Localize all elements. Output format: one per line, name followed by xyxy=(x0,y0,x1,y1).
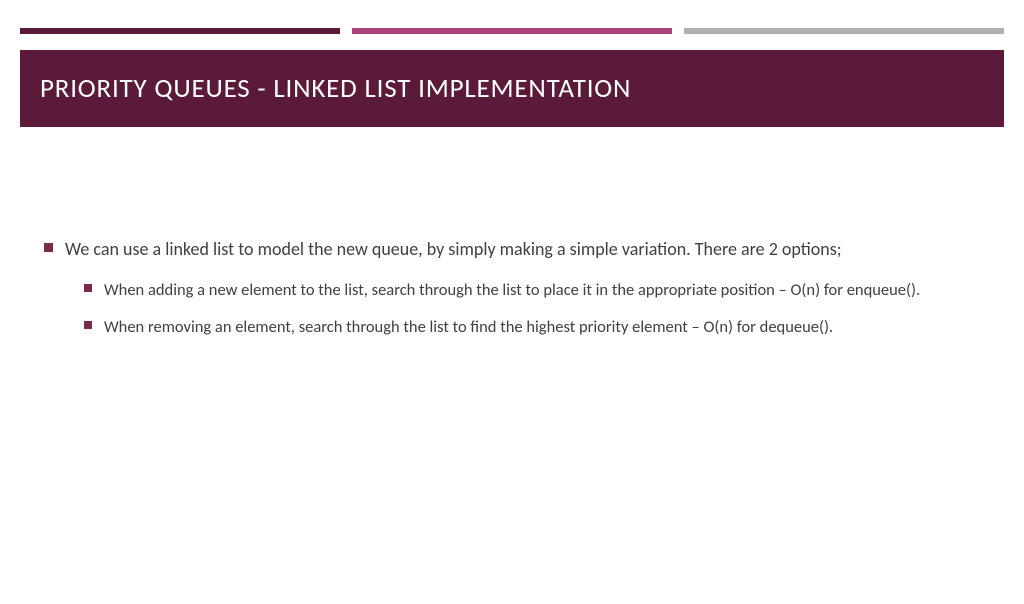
sub-bullet-text: When adding a new element to the list, s… xyxy=(104,279,920,301)
accent-bar-dark xyxy=(20,28,340,34)
square-bullet-icon xyxy=(44,243,53,252)
bullet-item: We can use a linked list to model the ne… xyxy=(44,237,980,261)
square-bullet-icon xyxy=(84,284,92,292)
sub-bullet-item: When adding a new element to the list, s… xyxy=(84,279,980,301)
sub-bullet-list: When adding a new element to the list, s… xyxy=(84,279,980,338)
accent-bar-mid xyxy=(352,28,672,34)
sub-bullet-text: When removing an element, search through… xyxy=(104,316,833,338)
slide-content: We can use a linked list to model the ne… xyxy=(44,237,980,338)
bullet-text: We can use a linked list to model the ne… xyxy=(65,237,842,261)
square-bullet-icon xyxy=(84,321,92,329)
slide-title: PRIORITY QUEUES - LINKED LIST IMPLEMENTA… xyxy=(40,72,984,105)
sub-bullet-item: When removing an element, search through… xyxy=(84,316,980,338)
title-band: PRIORITY QUEUES - LINKED LIST IMPLEMENTA… xyxy=(20,50,1004,127)
top-accent-row xyxy=(20,28,1004,34)
accent-bar-light xyxy=(684,28,1004,34)
